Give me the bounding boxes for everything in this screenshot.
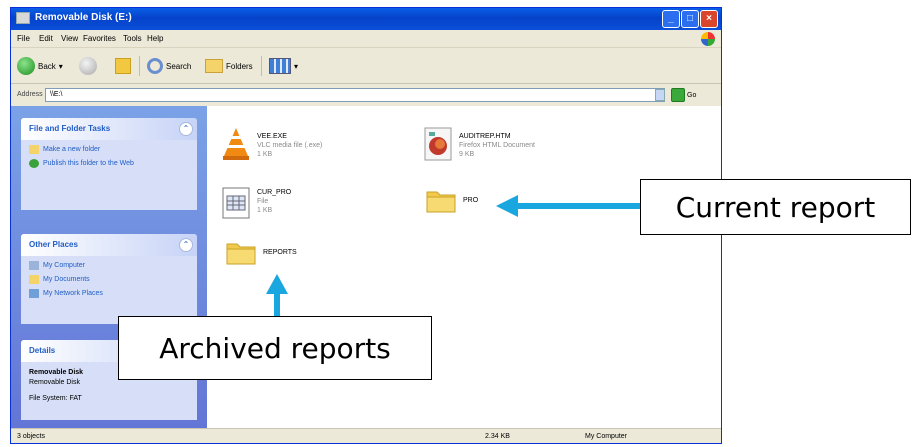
callout-archived-reports: Archived reports	[118, 316, 432, 380]
callout-current-report: Current report	[640, 179, 911, 235]
arrow-head-left	[496, 195, 518, 217]
arrow-head-up	[266, 274, 288, 294]
